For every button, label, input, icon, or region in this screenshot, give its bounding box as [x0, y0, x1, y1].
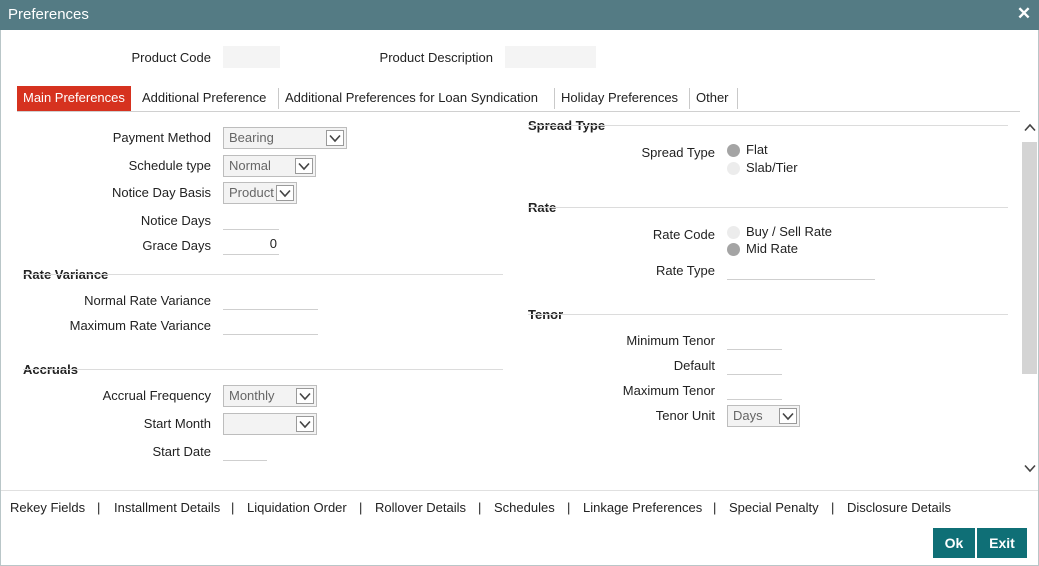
title-bar: Preferences ✕	[0, 0, 1039, 30]
rate-code-label: Rate Code	[652, 227, 715, 242]
maximum-tenor-label: Maximum Tenor	[622, 383, 715, 398]
radio-flat-label: Flat	[746, 142, 768, 157]
link-linkage-preferences[interactable]: Linkage Preferences	[583, 500, 702, 515]
link-separator: |	[713, 500, 717, 515]
payment-method-label: Payment Method	[112, 130, 211, 145]
payment-method-value: Bearing	[229, 130, 274, 145]
product-code-label: Product Code	[131, 50, 212, 65]
link-separator: |	[831, 500, 835, 515]
tenor-unit-label: Tenor Unit	[655, 408, 715, 423]
section-divider	[23, 274, 503, 275]
schedule-type-label: Schedule type	[128, 158, 211, 173]
start-month-select[interactable]	[223, 413, 317, 435]
notice-days-label: Notice Days	[140, 213, 211, 228]
normal-rate-variance-field[interactable]	[223, 290, 318, 310]
maximum-tenor-field[interactable]	[727, 380, 782, 400]
product-description-field[interactable]	[505, 46, 596, 68]
accrual-frequency-label: Accrual Frequency	[102, 388, 211, 403]
product-code-field[interactable]	[223, 46, 280, 68]
section-divider	[528, 314, 1008, 315]
chevron-down-icon[interactable]	[296, 388, 314, 404]
chevron-down-icon[interactable]	[1024, 464, 1036, 473]
default-tenor-field[interactable]	[727, 355, 782, 375]
radio-flat[interactable]	[727, 144, 740, 157]
grace-days-label: Grace Days	[142, 238, 211, 253]
schedule-type-value: Normal	[229, 158, 271, 173]
link-disclosure-details[interactable]: Disclosure Details	[847, 500, 951, 515]
link-separator: |	[231, 500, 235, 515]
tab-loan-syndication[interactable]: Additional Preferences for Loan Syndicat…	[279, 86, 544, 111]
notice-day-basis-label: Notice Day Basis	[112, 185, 211, 200]
maximum-rate-variance-label: Maximum Rate Variance	[69, 318, 211, 333]
tenor-unit-select[interactable]: Days	[727, 405, 800, 427]
ok-button[interactable]: Ok	[933, 528, 975, 558]
tenor-unit-value: Days	[733, 408, 763, 423]
minimum-tenor-label: Minimum Tenor	[626, 333, 715, 348]
tab-underline	[17, 111, 1020, 112]
section-divider	[528, 125, 1008, 126]
minimum-tenor-field[interactable]	[727, 330, 782, 350]
payment-method-select[interactable]: Bearing	[223, 127, 347, 149]
accrual-frequency-value: Monthly	[229, 388, 275, 403]
tab-holiday-preferences[interactable]: Holiday Preferences	[555, 86, 684, 111]
radio-slab-tier[interactable]	[727, 162, 740, 175]
link-rollover-details[interactable]: Rollover Details	[375, 500, 466, 515]
rate-type-field[interactable]	[727, 260, 875, 280]
start-date-label: Start Date	[152, 444, 211, 459]
radio-mid-rate-label: Mid Rate	[746, 241, 799, 256]
default-tenor-label: Default	[673, 358, 715, 373]
chevron-down-icon[interactable]	[295, 158, 313, 174]
scrollbar-thumb[interactable]	[1022, 142, 1037, 374]
spread-type-label: Spread Type	[641, 145, 715, 160]
schedule-type-select[interactable]: Normal	[223, 155, 316, 177]
tab-divider	[737, 88, 738, 109]
start-date-field[interactable]	[223, 441, 267, 461]
radio-buy-sell-rate[interactable]	[727, 226, 740, 239]
normal-rate-variance-label: Normal Rate Variance	[84, 293, 211, 308]
radio-mid-rate[interactable]	[727, 243, 740, 256]
radio-slab-tier-label: Slab/Tier	[746, 160, 798, 175]
link-special-penalty[interactable]: Special Penalty	[729, 500, 819, 515]
chevron-down-icon[interactable]	[326, 130, 344, 146]
chevron-down-icon[interactable]	[779, 408, 797, 424]
chevron-down-icon[interactable]	[296, 416, 314, 432]
exit-button[interactable]: Exit	[977, 528, 1027, 558]
link-separator: |	[567, 500, 571, 515]
rate-type-label: Rate Type	[655, 263, 715, 278]
chevron-down-icon[interactable]	[276, 185, 294, 201]
maximum-rate-variance-field[interactable]	[223, 315, 318, 335]
link-schedules[interactable]: Schedules	[494, 500, 555, 515]
link-installment-details[interactable]: Installment Details	[114, 500, 220, 515]
window-title: Preferences	[8, 6, 89, 23]
link-liquidation-order[interactable]: Liquidation Order	[247, 500, 347, 515]
grace-days-field[interactable]: 0	[223, 235, 279, 255]
link-separator: |	[97, 500, 101, 515]
section-divider	[23, 369, 503, 370]
notice-day-basis-value: Product	[229, 185, 274, 200]
radio-buy-sell-rate-label: Buy / Sell Rate	[746, 224, 832, 239]
link-separator: |	[359, 500, 363, 515]
close-icon[interactable]: ✕	[1015, 5, 1033, 23]
tab-additional-preference[interactable]: Additional Preference	[136, 86, 272, 111]
notice-days-field[interactable]	[223, 210, 279, 230]
link-separator: |	[478, 500, 482, 515]
notice-day-basis-select[interactable]: Product	[223, 182, 297, 204]
accrual-frequency-select[interactable]: Monthly	[223, 385, 317, 407]
tab-other[interactable]: Other	[690, 86, 735, 111]
chevron-up-icon[interactable]	[1024, 123, 1036, 132]
link-rekey-fields[interactable]: Rekey Fields	[10, 500, 85, 515]
section-divider	[528, 207, 1008, 208]
start-month-label: Start Month	[143, 416, 211, 431]
tab-main-preferences[interactable]: Main Preferences	[17, 86, 131, 111]
product-description-label: Product Description	[379, 50, 493, 65]
footer-divider	[1, 490, 1038, 491]
